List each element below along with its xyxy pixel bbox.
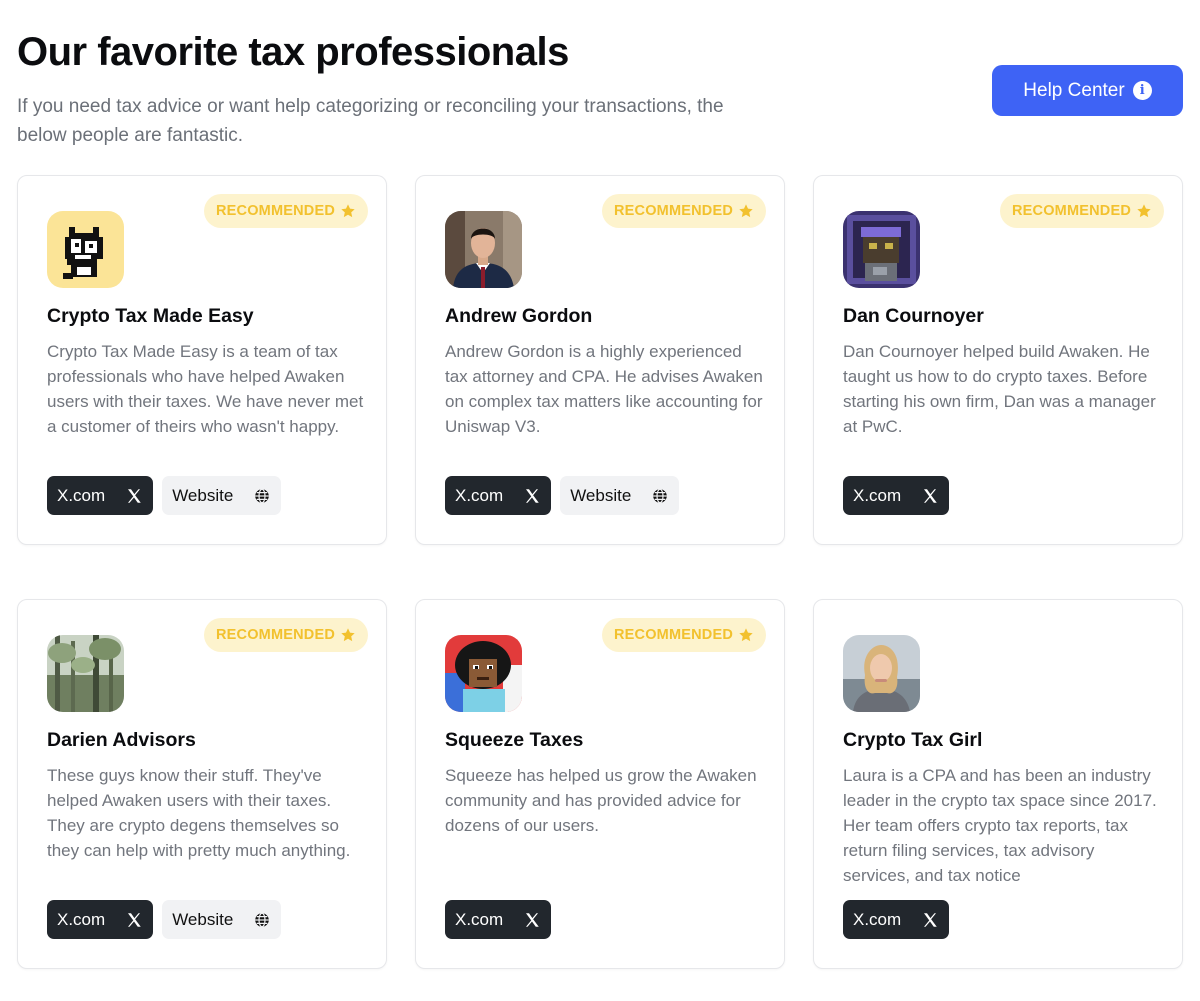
star-icon — [341, 204, 355, 218]
info-icon: i — [1132, 81, 1152, 100]
globe-icon — [651, 487, 669, 505]
x-link-label: X.com — [853, 485, 902, 505]
professional-card: RECOMMENDED Darien Advisors These guys k… — [17, 599, 387, 969]
avatar — [445, 211, 522, 288]
x-logo-icon — [125, 911, 143, 929]
website-link-label: Website — [172, 485, 234, 505]
link-group: X.com Website — [47, 476, 282, 515]
x-logo-icon — [125, 487, 143, 505]
professional-name: Andrew Gordon — [445, 305, 593, 327]
x-logo-icon — [523, 487, 541, 505]
x-logo-icon — [921, 911, 939, 929]
website-link-button[interactable]: Website — [560, 476, 680, 515]
website-link-label: Website — [570, 485, 632, 505]
star-icon — [341, 628, 355, 642]
star-icon — [739, 204, 753, 218]
x-link-label: X.com — [57, 485, 106, 505]
x-logo-icon — [523, 911, 541, 929]
recommended-badge: RECOMMENDED — [601, 618, 766, 652]
x-link-label: X.com — [455, 909, 504, 929]
recommended-badge: RECOMMENDED — [203, 618, 368, 652]
link-group: X.com Website — [47, 900, 282, 939]
link-group: X.com — [843, 900, 950, 939]
link-group: X.com Website — [445, 476, 680, 515]
professional-description: Andrew Gordon is a highly experienced ta… — [445, 342, 763, 436]
page-subtitle: If you need tax advice or want help cate… — [17, 96, 724, 146]
globe-icon — [253, 911, 271, 929]
avatar — [843, 211, 920, 288]
website-link-button[interactable]: Website — [162, 900, 282, 939]
x-link-button[interactable]: X.com — [843, 900, 950, 939]
professional-name: Crypto Tax Made Easy — [47, 305, 254, 327]
x-link-button[interactable]: X.com — [843, 476, 950, 515]
x-link-label: X.com — [57, 909, 106, 929]
professional-name: Squeeze Taxes — [445, 729, 584, 751]
badge-label: RECOMMENDED — [1011, 203, 1131, 219]
professional-description: Squeeze has helped us grow the Awaken co… — [445, 766, 757, 835]
help-center-button[interactable]: Help Center i — [992, 65, 1183, 116]
professionals-grid: RECOMMENDED Crypto Tax Made Easy Crypto … — [17, 175, 1184, 969]
x-link-button[interactable]: X.com — [47, 476, 154, 515]
badge-label: RECOMMENDED — [613, 203, 733, 219]
professional-card: RECOMMENDED Squeeze Taxes Squeeze has he… — [415, 599, 785, 969]
badge-label: RECOMMENDED — [613, 627, 733, 643]
x-link-label: X.com — [455, 485, 504, 505]
professional-name: Crypto Tax Girl — [843, 729, 983, 751]
globe-icon — [253, 487, 271, 505]
recommended-badge: RECOMMENDED — [601, 194, 766, 228]
help-center-label: Help Center — [1023, 79, 1125, 101]
website-link-label: Website — [172, 909, 234, 929]
recommended-badge: RECOMMENDED — [999, 194, 1164, 228]
professional-description: Dan Cournoyer helped build Awaken. He ta… — [843, 342, 1156, 436]
x-link-button[interactable]: X.com — [47, 900, 154, 939]
x-logo-icon — [921, 487, 939, 505]
professional-name: Dan Cournoyer — [843, 305, 984, 327]
badge-label: RECOMMENDED — [215, 627, 335, 643]
avatar — [47, 635, 124, 712]
professional-name: Darien Advisors — [47, 729, 196, 751]
avatar — [445, 635, 522, 712]
professional-card: RECOMMENDED Dan Cournoyer Dan Cournoyer … — [813, 175, 1183, 545]
professional-card: Crypto Tax Girl Laura is a CPA and has b… — [813, 599, 1183, 969]
professional-description: Laura is a CPA and has been an industry … — [843, 766, 1157, 884]
link-group: X.com — [843, 476, 950, 515]
avatar — [47, 211, 124, 288]
link-group: X.com — [445, 900, 552, 939]
professional-description: Crypto Tax Made Easy is a team of tax pr… — [47, 342, 364, 436]
professional-card: RECOMMENDED Crypto Tax Made Easy Crypto … — [17, 175, 387, 545]
badge-label: RECOMMENDED — [215, 203, 335, 219]
x-link-label: X.com — [853, 909, 902, 929]
star-icon — [739, 628, 753, 642]
avatar — [843, 635, 920, 712]
professional-card: RECOMMENDED Andrew Gordon Andrew Gordon … — [415, 175, 785, 545]
professional-description: These guys know their stuff. They've hel… — [47, 766, 351, 860]
website-link-button[interactable]: Website — [162, 476, 282, 515]
x-link-button[interactable]: X.com — [445, 476, 552, 515]
page-title: Our favorite tax professionals — [17, 30, 569, 74]
x-link-button[interactable]: X.com — [445, 900, 552, 939]
recommended-badge: RECOMMENDED — [203, 194, 368, 228]
star-icon — [1137, 204, 1151, 218]
